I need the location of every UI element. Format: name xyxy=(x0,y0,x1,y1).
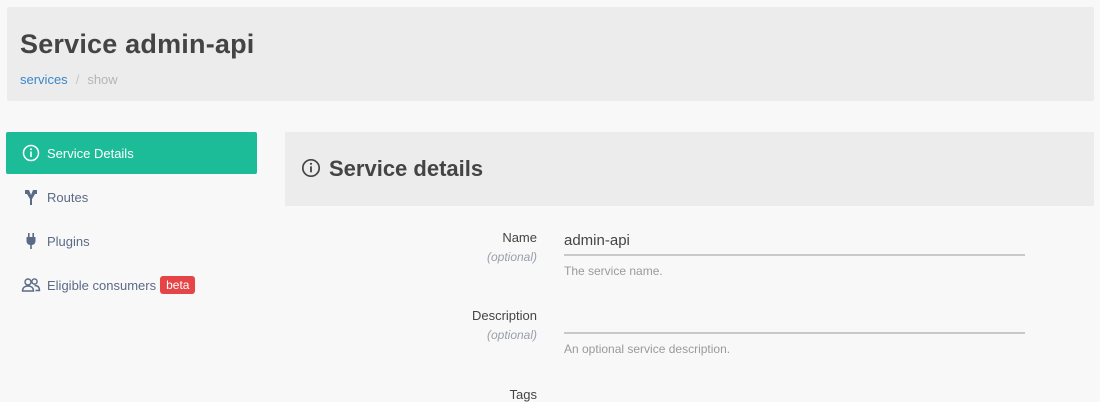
users-icon xyxy=(21,275,41,295)
name-input[interactable] xyxy=(564,226,1025,256)
breadcrumb-separator: / xyxy=(75,72,80,87)
routes-icon xyxy=(21,187,41,207)
panel-header: Service details xyxy=(285,132,1094,206)
description-help-text: An optional service description. xyxy=(564,342,731,356)
name-optional-hint: (optional) xyxy=(486,250,537,264)
sidebar-item-eligible-consumers[interactable]: Eligible consumers beta xyxy=(6,264,257,306)
breadcrumb: services / show xyxy=(20,72,118,87)
sidebar-item-label: Eligible consumers xyxy=(47,277,157,293)
beta-badge: beta xyxy=(160,276,196,294)
page-title: Service admin-api xyxy=(20,29,255,59)
breadcrumb-services-link[interactable]: services xyxy=(20,72,68,87)
info-circle-icon xyxy=(21,143,41,163)
sidebar-item-routes[interactable]: Routes xyxy=(6,176,257,218)
info-circle-icon xyxy=(301,158,323,180)
tags-label: Tags xyxy=(509,387,537,402)
page-header: Service admin-api services / show xyxy=(7,7,1094,101)
description-optional-hint: (optional) xyxy=(486,328,537,342)
name-label: Name xyxy=(502,230,537,245)
breadcrumb-current: show xyxy=(87,72,118,87)
sidebar-item-service-details[interactable]: Service Details xyxy=(6,132,257,174)
sidebar-item-label: Plugins xyxy=(47,233,90,249)
sidebar-item-label: Service Details xyxy=(47,145,134,161)
panel-title: Service details xyxy=(329,156,484,181)
sidebar: Service Details Routes Plugins Eligible … xyxy=(6,132,257,308)
plug-icon xyxy=(21,231,41,251)
sidebar-item-label: Routes xyxy=(47,189,89,205)
description-input[interactable] xyxy=(564,304,1025,334)
sidebar-item-plugins[interactable]: Plugins xyxy=(6,220,257,262)
name-help-text: The service name. xyxy=(564,264,663,278)
description-label: Description xyxy=(471,308,537,323)
